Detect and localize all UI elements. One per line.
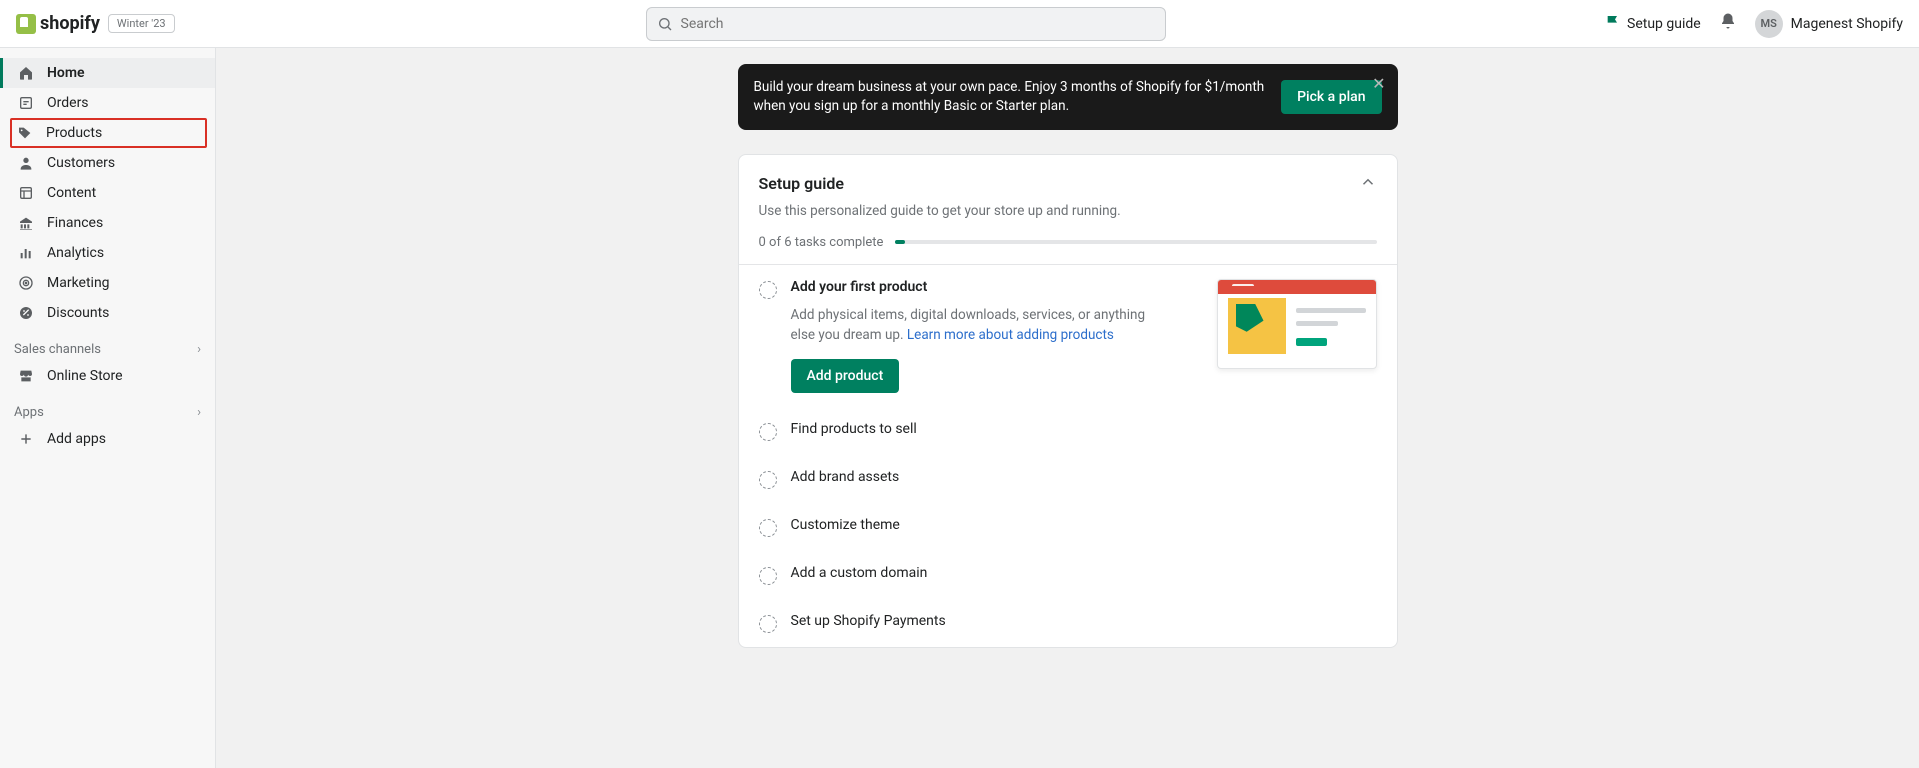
analytics-icon: [17, 244, 35, 262]
discounts-icon: [17, 304, 35, 322]
season-badge: Winter '23: [108, 14, 175, 33]
shopify-logo[interactable]: shopify: [16, 13, 100, 34]
task-title: Find products to sell: [791, 421, 917, 437]
task-status-circle-icon: [759, 567, 777, 585]
task-status-circle-icon: [759, 281, 777, 299]
progress-row: 0 of 6 tasks complete: [759, 235, 1377, 264]
card-header: Setup guide Use this personalized guide …: [739, 155, 1397, 264]
nav-label: Orders: [47, 95, 89, 111]
nav-label: Add apps: [47, 431, 106, 447]
search-icon: [657, 16, 673, 32]
nav-label: Marketing: [47, 275, 110, 291]
setup-guide-label: Setup guide: [1627, 16, 1701, 32]
sidebar-item-home[interactable]: Home: [0, 58, 215, 88]
account-menu[interactable]: MS Magenest Shopify: [1755, 10, 1903, 38]
logo-area: shopify Winter '23: [16, 13, 206, 34]
chevron-right-icon: ›: [197, 342, 201, 357]
card-title: Setup guide: [759, 174, 844, 193]
search-wrap: [218, 7, 1593, 41]
task-add-first-product[interactable]: Add your first product Add physical item…: [739, 265, 1397, 408]
banner-text: Build your dream business at your own pa…: [754, 78, 1266, 116]
task-illustration: [1207, 279, 1377, 374]
nav-label: Products: [46, 125, 102, 141]
task-title: Add a custom domain: [791, 565, 928, 581]
task-shopify-payments[interactable]: Set up Shopify Payments: [739, 599, 1397, 647]
sales-channels-header[interactable]: Sales channels ›: [0, 328, 215, 361]
search-bar[interactable]: [646, 7, 1166, 41]
chevron-up-icon[interactable]: [1359, 173, 1377, 195]
nav-label: Content: [47, 185, 96, 201]
progress-bar: [895, 240, 1376, 244]
home-icon: [17, 64, 35, 82]
sidebar-item-marketing[interactable]: Marketing: [0, 268, 215, 298]
task-list: Add your first product Add physical item…: [739, 264, 1397, 648]
marketing-icon: [17, 274, 35, 292]
plus-icon: [17, 430, 35, 448]
sidebar-item-finances[interactable]: Finances: [0, 208, 215, 238]
sidebar-item-customers[interactable]: Customers: [0, 148, 215, 178]
customers-icon: [17, 154, 35, 172]
task-status-circle-icon: [759, 615, 777, 633]
task-custom-domain[interactable]: Add a custom domain: [739, 551, 1397, 599]
nav-label: Online Store: [47, 368, 123, 384]
search-input[interactable]: [681, 16, 1155, 32]
brand-name: shopify: [40, 13, 100, 34]
sidebar-item-analytics[interactable]: Analytics: [0, 238, 215, 268]
task-customize-theme[interactable]: Customize theme: [739, 503, 1397, 551]
nav-label: Finances: [47, 215, 103, 231]
task-add-brand-assets[interactable]: Add brand assets: [739, 455, 1397, 503]
section-label: Apps: [14, 405, 44, 420]
nav-label: Customers: [47, 155, 115, 171]
topbar-right: Setup guide MS Magenest Shopify: [1605, 10, 1903, 38]
apps-header[interactable]: Apps ›: [0, 391, 215, 424]
avatar: MS: [1755, 10, 1783, 38]
store-icon: [17, 367, 35, 385]
section-label: Sales channels: [14, 342, 101, 357]
nav-label: Analytics: [47, 245, 104, 261]
sidebar: Home Orders Products Customers Content F…: [0, 48, 216, 768]
store-name: Magenest Shopify: [1791, 16, 1903, 32]
finances-icon: [17, 214, 35, 232]
close-icon[interactable]: ✕: [1372, 74, 1385, 93]
flag-icon: [1605, 14, 1621, 34]
sidebar-item-online-store[interactable]: Online Store: [0, 361, 215, 391]
learn-more-link[interactable]: Learn more about adding products: [907, 327, 1114, 343]
sidebar-item-content[interactable]: Content: [0, 178, 215, 208]
setup-guide-link[interactable]: Setup guide: [1605, 14, 1701, 34]
task-find-products[interactable]: Find products to sell: [739, 407, 1397, 455]
pick-plan-button[interactable]: Pick a plan: [1281, 80, 1381, 114]
progress-text: 0 of 6 tasks complete: [759, 235, 884, 250]
task-description: Add physical items, digital downloads, s…: [791, 305, 1171, 346]
sidebar-item-orders[interactable]: Orders: [0, 88, 215, 118]
sidebar-item-discounts[interactable]: Discounts: [0, 298, 215, 328]
add-product-button[interactable]: Add product: [791, 359, 900, 393]
main-content: Build your dream business at your own pa…: [216, 48, 1919, 768]
task-status-circle-icon: [759, 423, 777, 441]
setup-guide-card: Setup guide Use this personalized guide …: [738, 154, 1398, 649]
card-subtitle: Use this personalized guide to get your …: [759, 203, 1377, 219]
task-status-circle-icon: [759, 471, 777, 489]
chevron-right-icon: ›: [197, 405, 201, 420]
nav-label: Discounts: [47, 305, 109, 321]
sidebar-item-add-apps[interactable]: Add apps: [0, 424, 215, 454]
orders-icon: [17, 94, 35, 112]
task-title: Add your first product: [791, 279, 1193, 295]
task-title: Set up Shopify Payments: [791, 613, 946, 629]
nav-label: Home: [47, 65, 85, 81]
task-status-circle-icon: [759, 519, 777, 537]
products-icon: [16, 124, 34, 142]
shopify-bag-icon: [16, 14, 36, 34]
task-title: Customize theme: [791, 517, 900, 533]
sidebar-item-products[interactable]: Products: [10, 118, 207, 148]
task-title: Add brand assets: [791, 469, 900, 485]
content-icon: [17, 184, 35, 202]
notifications-bell-icon[interactable]: [1719, 12, 1737, 35]
topbar: shopify Winter '23 Setup guide MS Magene…: [0, 0, 1919, 48]
plan-banner: Build your dream business at your own pa…: [738, 64, 1398, 130]
